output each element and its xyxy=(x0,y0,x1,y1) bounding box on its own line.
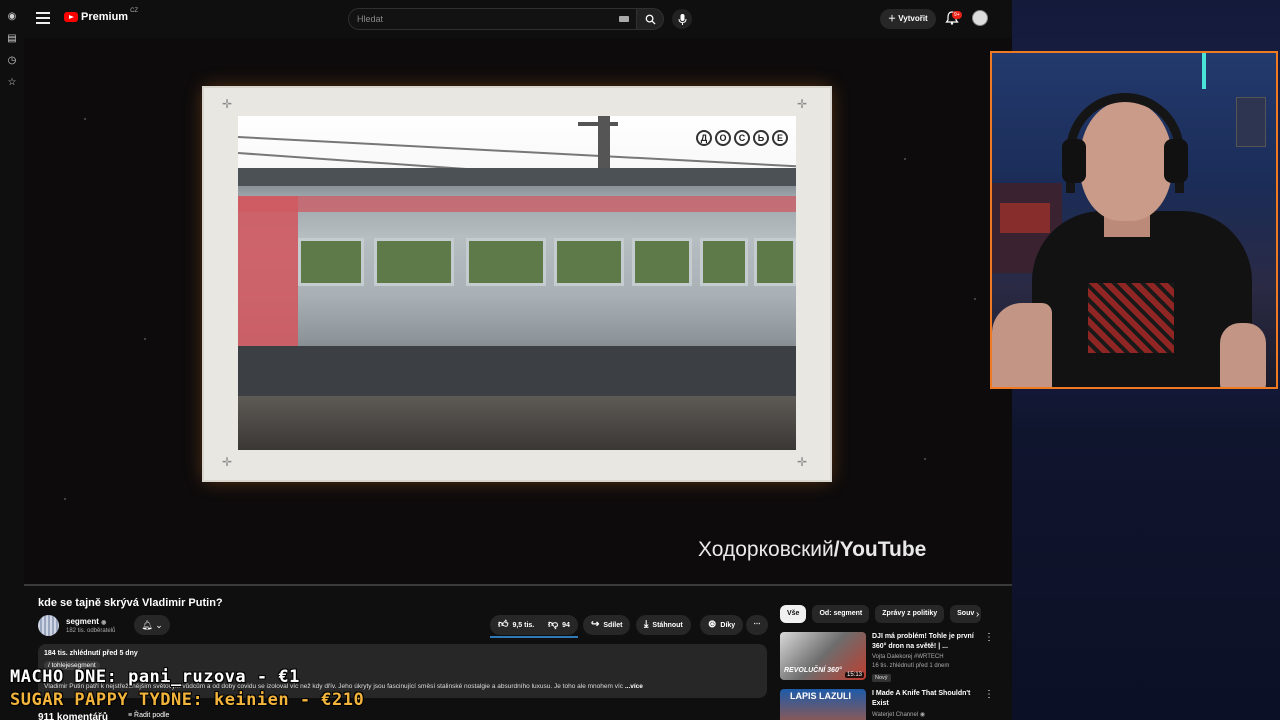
watermark-name: Ходорковский xyxy=(698,538,834,561)
recommendation-views: 16 tis. zhlédnutí před 1 dnem xyxy=(872,663,950,669)
download-button[interactable]: ⤓ Stáhnout xyxy=(636,615,691,635)
thumbs-down-icon: 👎︎ xyxy=(548,619,559,630)
download-icon: ⤓ xyxy=(644,619,649,630)
channel-avatar[interactable] xyxy=(38,615,59,636)
wall-poster xyxy=(1236,97,1266,147)
top-donor-day: MACHO DNE: pani_ruzova - €1 xyxy=(10,667,300,688)
thanks-icon: ⊛ xyxy=(708,619,717,630)
channel-name[interactable]: segment ◉ xyxy=(66,617,106,626)
search-icon xyxy=(645,14,656,25)
history-icon[interactable]: ◷ xyxy=(7,56,17,66)
thumbnail-text: LAPIS LAZULI xyxy=(790,691,851,701)
youtube-logo[interactable]: Premium CZ xyxy=(64,8,139,23)
thumbnail-text: REVOLUČNÍ 360° xyxy=(784,667,842,674)
crosshair-icon: ✛ xyxy=(797,97,808,111)
recommendation-channel-name: Waterjet Channel xyxy=(872,712,919,718)
chip-politics[interactable]: Zprávy z politiky xyxy=(875,605,945,623)
chip-from-channel[interactable]: Od: segment xyxy=(812,605,870,623)
subscriber-count: 182 tis. odběratelů xyxy=(66,628,116,634)
video-watermark: Ходорковский/YouTube xyxy=(698,538,926,562)
share-icon: ↪ xyxy=(591,619,600,630)
video-player[interactable]: ✛ ✛ ✛ ✛ Д О С Ь Е Ходорковский/YouTube xyxy=(24,38,1012,586)
webcam-overlay xyxy=(990,51,1278,389)
search-placeholder: Hledat xyxy=(357,14,384,24)
more-vert-icon[interactable]: ⋮ xyxy=(984,689,994,700)
share-button[interactable]: ↪ Sdílet xyxy=(583,615,631,635)
more-actions-button[interactable]: ⋯ xyxy=(746,615,768,635)
recommendation-title: DJI má problém! Tohle je první 360° dron… xyxy=(872,633,974,650)
star-icon[interactable]: ☆ xyxy=(7,78,17,88)
thumbs-up-icon: 👍︎ xyxy=(498,619,509,630)
create-button[interactable]: ＋ Vytvořit xyxy=(880,9,936,29)
new-badge: Nový xyxy=(872,674,891,682)
sort-button[interactable]: ≡ Řadit podle xyxy=(128,712,169,719)
dossier-letter: Д xyxy=(696,130,712,146)
search-button[interactable] xyxy=(636,8,664,30)
video-duration: 15:13 xyxy=(844,672,864,678)
comment-count: 911 komentářů xyxy=(38,712,109,720)
subscription-bell-button[interactable]: 🔔︎ ⌄ xyxy=(134,615,170,635)
verified-icon: ◉ xyxy=(919,712,926,718)
brand-label: Premium xyxy=(81,11,129,23)
recommendation-thumbnail[interactable]: LAPIS LAZULI xyxy=(780,689,866,720)
dossier-letter: О xyxy=(715,130,731,146)
neon-light xyxy=(1202,53,1206,89)
notification-badge: 9+ xyxy=(952,11,962,19)
home-icon[interactable]: ◉ xyxy=(7,12,17,22)
create-label: Vytvořit xyxy=(898,14,928,23)
verified-icon: ◉ xyxy=(101,620,107,626)
dossier-logo: Д О С Ь Е xyxy=(696,130,788,146)
sort-label: Řadit podle xyxy=(134,712,170,719)
recommendation-title: I Made A Knife That Shouldn't Exist xyxy=(872,690,971,707)
crosshair-icon: ✛ xyxy=(797,455,808,469)
recommendation-channel: Vojta Dalekorej #WRTECH xyxy=(872,654,944,660)
dislike-button[interactable]: 👎︎ 94 xyxy=(540,615,578,635)
dossier-letter: Ь xyxy=(753,130,769,146)
more-icon: ⋯ xyxy=(753,621,761,628)
dossier-letter: С xyxy=(734,130,750,146)
search-input[interactable]: Hledat xyxy=(348,8,638,30)
progress-bar[interactable] xyxy=(24,584,1012,586)
recommendation-item[interactable]: REVOLUČNÍ 360° 15:13 DJI má problém! Toh… xyxy=(780,632,995,684)
chevron-right-icon[interactable]: › xyxy=(976,609,979,620)
recommendation-channel: Waterjet Channel ◉ xyxy=(872,711,925,718)
mini-guide: ◉ ▤ ◷ ☆ xyxy=(0,0,24,720)
crosshair-icon: ✛ xyxy=(222,455,233,469)
voice-search-button[interactable] xyxy=(672,9,692,29)
video-title: kde se tajně skrývá Vladimir Putin? xyxy=(38,597,223,609)
view-meta: 184 tis. zhlédnutí před 5 dny xyxy=(44,650,138,657)
chip-all[interactable]: Vše xyxy=(780,605,807,623)
like-ratio-bar xyxy=(490,636,578,638)
watermark-source: /YouTube xyxy=(833,538,927,561)
thanks-button[interactable]: ⊛ Díky xyxy=(700,615,744,635)
filter-chips: Vše Od: segment Zprávy z politiky Souv xyxy=(780,605,982,623)
dislike-count: 94 xyxy=(562,622,570,629)
menu-icon[interactable] xyxy=(36,12,50,24)
share-label: Sdílet xyxy=(603,622,623,629)
crosshair-icon: ✛ xyxy=(222,97,233,111)
recommendation-thumbnail[interactable]: REVOLUČNÍ 360° 15:13 xyxy=(780,632,866,680)
shirt-print xyxy=(1088,283,1174,353)
subscriptions-icon[interactable]: ▤ xyxy=(7,34,17,44)
youtube-window: ◉ ▤ ◷ ☆ Premium CZ Hledat ＋ Vytvořit 9+ xyxy=(0,0,1012,720)
account-avatar[interactable] xyxy=(972,10,988,26)
channel-name-text: segment xyxy=(66,617,99,626)
train-photo: Д О С Ь Е xyxy=(238,116,796,450)
top-donor-week: SUGAR PAPPY TYDNE: keinien - €210 xyxy=(9,690,365,711)
microphone-icon xyxy=(678,13,686,25)
youtube-play-icon xyxy=(64,12,78,22)
masthead: Premium CZ Hledat ＋ Vytvořit 9+ xyxy=(24,0,1012,38)
country-code: CZ xyxy=(130,8,139,14)
like-count: 9,5 tis. xyxy=(512,622,535,629)
thanks-label: Díky xyxy=(720,622,736,629)
more-vert-icon[interactable]: ⋮ xyxy=(984,632,994,643)
show-more-link[interactable]: ...více xyxy=(625,683,643,690)
torn-paper-frame: ✛ ✛ ✛ ✛ Д О С Ь Е xyxy=(204,88,830,480)
dossier-letter: Е xyxy=(772,130,788,146)
download-label: Stáhnout xyxy=(652,622,683,629)
plus-icon: ＋ xyxy=(888,14,899,23)
recommendation-item[interactable]: LAPIS LAZULI I Made A Knife That Shouldn… xyxy=(780,689,995,720)
keyboard-icon[interactable] xyxy=(619,16,629,22)
